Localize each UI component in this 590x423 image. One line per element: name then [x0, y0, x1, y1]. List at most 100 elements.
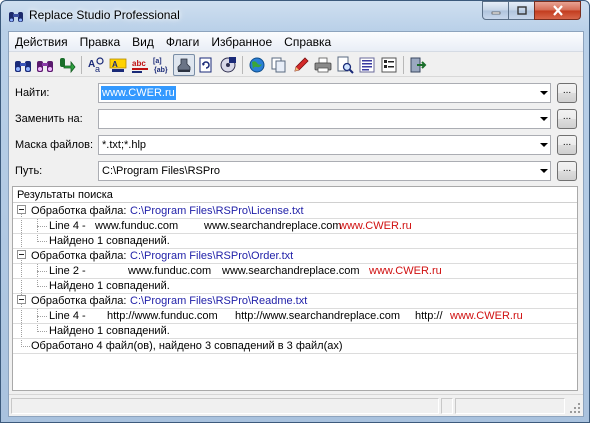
whole-word-button[interactable]: A — [107, 54, 129, 76]
chevron-down-icon[interactable] — [540, 143, 548, 147]
menu-favorites[interactable]: Избранное — [205, 32, 278, 52]
line-text: http:// — [415, 310, 443, 322]
file-path[interactable]: C:\Program Files\RSPro\Order.txt — [130, 250, 293, 262]
maximize-icon — [516, 5, 527, 15]
match-highlight: www.CWER.ru — [450, 310, 523, 322]
file-path[interactable]: C:\Program Files\RSPro\Readme.txt — [130, 295, 307, 307]
results-title: Результаты поиска — [17, 189, 113, 201]
line-text: www.funduc.com — [95, 220, 179, 232]
collapse-toggle-icon[interactable] — [17, 250, 26, 259]
menu-flags[interactable]: Флаги — [160, 32, 205, 52]
close-button[interactable] — [534, 1, 581, 20]
regex-button[interactable]: [a] {ab} — [151, 54, 173, 76]
chevron-down-icon[interactable] — [540, 91, 548, 95]
menu-edit[interactable]: Правка — [74, 32, 127, 52]
tree-row-found[interactable]: Найдено 1 совпадений. — [13, 279, 577, 294]
minimize-button[interactable] — [482, 1, 509, 20]
find-all-button[interactable] — [34, 54, 56, 76]
processing-label: Обработка файла: — [31, 295, 127, 307]
line-text: www.searchandreplace.com — [222, 265, 360, 277]
resize-grip-icon[interactable] — [569, 402, 581, 414]
mask-value[interactable]: *.txt;*.hlp — [102, 139, 146, 151]
chevron-down-icon[interactable] — [540, 117, 548, 121]
file-path[interactable]: C:\Program Files\RSPro\License.txt — [130, 205, 304, 217]
mask-label: Маска файлов: — [15, 139, 94, 151]
match-case-icon: Aa — [88, 56, 104, 74]
replace-browse-button[interactable]: ... — [557, 109, 577, 129]
svg-text:[a]: [a] — [153, 58, 162, 65]
find-browse-button[interactable]: ... — [557, 83, 577, 103]
maximize-button[interactable] — [508, 1, 535, 20]
tree-row-summary[interactable]: Обработано 4 файл(ов), найдено 3 совпаде… — [13, 339, 577, 354]
find-combobox[interactable]: www.CWER.ru — [98, 83, 551, 103]
checklist-button[interactable] — [378, 54, 400, 76]
exit-button[interactable] — [407, 54, 429, 76]
collapse-toggle-icon[interactable] — [17, 205, 26, 214]
tree-row-file[interactable]: Обработка файла: C:\Program Files\RSPro\… — [13, 294, 577, 309]
match-case-button[interactable]: Aa — [85, 54, 107, 76]
minimize-icon — [491, 11, 500, 14]
replace-go-button[interactable] — [56, 54, 78, 76]
line-prefix: Line 2 - — [49, 265, 86, 277]
line-text: http://www.funduc.com — [107, 310, 218, 322]
processing-label: Обработка файла: — [31, 205, 127, 217]
list-icon — [359, 57, 375, 72]
tree-row-file[interactable]: Обработка файла: C:\Program Files\RSPro\… — [13, 249, 577, 264]
status-bar — [9, 394, 583, 416]
client-area: Действия Правка Вид Флаги Избранное Спра… — [8, 31, 584, 417]
path-combobox[interactable]: C:\Program Files\RSPro — [98, 161, 551, 181]
svg-text:A: A — [112, 60, 118, 69]
edit-button[interactable] — [290, 54, 312, 76]
line-text: http://www.searchandreplace.com — [235, 310, 401, 322]
status-cell-main — [11, 398, 439, 414]
tree-row-line[interactable]: Line 2 - www.funduc.com www.searchandrep… — [13, 264, 577, 279]
found-count: Найдено 1 совпадений. — [49, 235, 170, 247]
replace-combobox[interactable] — [98, 109, 551, 129]
match-highlight: www.CWER.ru — [369, 265, 442, 277]
title-bar[interactable]: Replace Studio Professional — [1, 1, 589, 31]
stamp-button[interactable] — [173, 53, 195, 76]
list-button[interactable] — [356, 54, 378, 76]
match-highlight: www.CWER.ru — [339, 220, 412, 232]
tree-line — [37, 286, 47, 287]
tree-line — [37, 271, 47, 272]
checklist-icon — [381, 57, 397, 72]
find-button[interactable] — [12, 54, 34, 76]
path-value[interactable]: C:\Program Files\RSPro — [102, 165, 220, 177]
tree-line — [37, 226, 47, 227]
path-browse-button[interactable]: ... — [557, 161, 577, 181]
mask-browse-button[interactable]: ... — [557, 135, 577, 155]
tree-row-line[interactable]: Line 4 - www.funduc.com www.searchandrep… — [13, 219, 577, 234]
tree-row-found[interactable]: Найдено 1 совпадений. — [13, 324, 577, 339]
line-prefix: Line 4 - — [49, 220, 86, 232]
found-count: Найдено 1 совпадений. — [49, 325, 170, 337]
binoculars-app-icon — [9, 12, 23, 22]
chevron-down-icon[interactable] — [540, 169, 548, 173]
toolbar: Aa A abc [a] {ab} — [9, 53, 583, 77]
menu-help[interactable]: Справка — [278, 32, 337, 52]
find-icon — [15, 60, 31, 72]
tree-row-found[interactable]: Найдено 1 совпадений. — [13, 234, 577, 249]
cd-button[interactable] — [217, 54, 239, 76]
search-results-panel[interactable]: Результаты поиска Обработка файла: C:\Pr… — [12, 186, 578, 391]
abc-button[interactable]: abc — [129, 54, 151, 76]
menu-actions[interactable]: Действия — [9, 32, 74, 52]
close-icon — [552, 5, 563, 16]
refresh-button[interactable] — [195, 54, 217, 76]
tree-row-line[interactable]: Line 4 - http://www.funduc.com http://ww… — [13, 309, 577, 324]
tree-row-file[interactable]: Обработка файла: C:\Program Files\RSPro\… — [13, 204, 577, 219]
collapse-toggle-icon[interactable] — [17, 295, 26, 304]
find-value[interactable]: www.CWER.ru — [101, 86, 176, 100]
line-text: www.searchandreplace.com — [204, 220, 342, 232]
copy-button[interactable] — [268, 54, 290, 76]
globe-button[interactable] — [246, 54, 268, 76]
whole-word-icon: A — [109, 58, 127, 72]
line-text: www.funduc.com — [128, 265, 212, 277]
tree-line — [37, 316, 47, 317]
find-file-button[interactable] — [334, 54, 356, 76]
stamp-icon — [177, 58, 191, 72]
menu-view[interactable]: Вид — [126, 32, 160, 52]
print-button[interactable] — [312, 54, 334, 76]
tree-line — [21, 346, 30, 347]
mask-combobox[interactable]: *.txt;*.hlp — [98, 135, 551, 155]
